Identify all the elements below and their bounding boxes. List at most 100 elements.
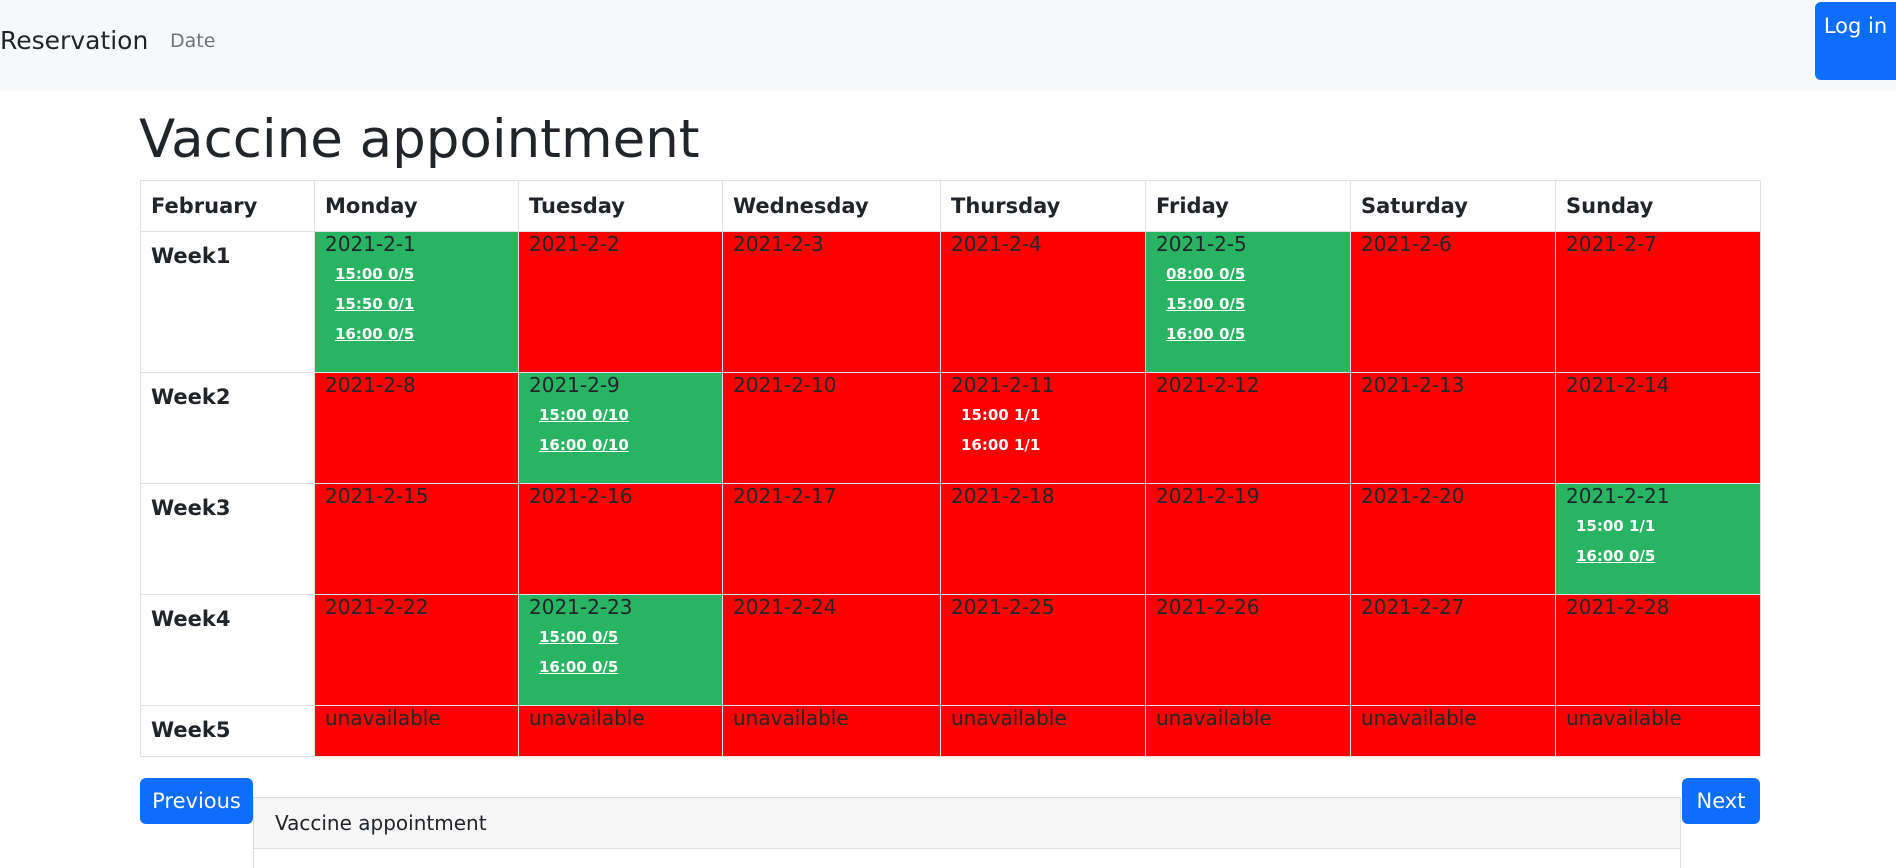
time-slot-full: 15:00 1/1 [1576,517,1656,535]
day-date: 2021-2-25 [951,595,1055,619]
day-header-sunday: Sunday [1555,180,1761,232]
day-date: 2021-2-13 [1361,373,1465,397]
day-date: unavailable [1156,706,1272,730]
day-date: 2021-2-14 [1566,373,1670,397]
day-date: unavailable [325,706,441,730]
day-date: 2021-2-19 [1156,484,1260,508]
day-header-monday: Monday [314,180,519,232]
time-slot-link[interactable]: 15:00 0/5 [1166,292,1350,316]
day-date: 2021-2-4 [951,232,1042,256]
day-date: 2021-2-1 [325,232,416,256]
month-header: February [140,180,315,232]
day-cell: 2021-2-27 [1350,594,1556,706]
day-cell: 2021-2-1 15:00 0/5 15:50 0/1 16:00 0/5 [314,231,519,373]
day-header-tuesday: Tuesday [518,180,723,232]
week-row: Week4 2021-2-22 2021-2-23 15:00 0/5 16:00 0/… [140,594,1761,706]
day-date: 2021-2-16 [529,484,633,508]
day-header-saturday: Saturday [1350,180,1556,232]
previous-button[interactable]: Previous [140,778,253,824]
day-date: 2021-2-8 [325,373,416,397]
day-cell: 2021-2-23 15:00 0/5 16:00 0/5 [518,594,723,706]
day-date: 2021-2-9 [529,373,620,397]
day-date: 2021-2-17 [733,484,837,508]
day-date: 2021-2-24 [733,595,837,619]
appointment-card: Vaccine appointment [253,797,1681,868]
day-cell: 2021-2-8 [314,372,519,484]
day-date: 2021-2-5 [1156,232,1247,256]
day-cell: 2021-2-4 [940,231,1146,373]
day-cell: 2021-2-10 [722,372,941,484]
day-date: 2021-2-2 [529,232,620,256]
next-button[interactable]: Next [1682,778,1760,824]
day-header-thursday: Thursday [940,180,1146,232]
time-slot-link[interactable]: 15:00 0/10 [539,403,722,427]
time-slot-link[interactable]: 15:00 0/5 [539,625,722,649]
time-slot-link[interactable]: 16:00 0/5 [335,322,518,346]
time-slot-link[interactable]: 16:00 0/5 [539,655,722,679]
day-cell: 2021-2-28 [1555,594,1761,706]
week-row: Week3 2021-2-15 2021-2-16 2021-2-17 2021-2-1… [140,483,1761,595]
day-header-friday: Friday [1145,180,1351,232]
day-date: 2021-2-18 [951,484,1055,508]
day-cell: 2021-2-3 [722,231,941,373]
day-date: 2021-2-10 [733,373,837,397]
day-cell: 2021-2-21 15:00 1/1 16:00 0/5 [1555,483,1761,595]
day-cell: unavailable [1145,705,1351,757]
day-cell: 2021-2-17 [722,483,941,595]
time-slot-link[interactable]: 16:00 0/5 [1576,544,1760,568]
login-button[interactable]: Log in [1815,2,1896,80]
day-cell: unavailable [940,705,1146,757]
day-cell: 2021-2-16 [518,483,723,595]
day-date: unavailable [1566,706,1682,730]
card-header: Vaccine appointment [254,798,1680,849]
calendar-header-row: February Monday Tuesday Wednesday Thursd… [140,180,1761,232]
day-cell: unavailable [722,705,941,757]
day-date: 2021-2-6 [1361,232,1452,256]
day-cell: 2021-2-5 08:00 0/5 15:00 0/5 16:00 0/5 [1145,231,1351,373]
day-cell: unavailable [518,705,723,757]
day-cell: unavailable [1350,705,1556,757]
day-date: unavailable [529,706,645,730]
week-row: Week5 unavailable unavailable unavailable un… [140,705,1761,757]
navbar-brand[interactable]: Reservation [0,22,148,60]
day-cell: 2021-2-18 [940,483,1146,595]
day-cell: 2021-2-24 [722,594,941,706]
day-date: 2021-2-3 [733,232,824,256]
day-cell: 2021-2-2 [518,231,723,373]
day-date: 2021-2-21 [1566,484,1670,508]
day-date: unavailable [951,706,1067,730]
time-slot-link[interactable]: 15:50 0/1 [335,292,518,316]
day-date: 2021-2-22 [325,595,429,619]
day-date: 2021-2-15 [325,484,429,508]
day-date: unavailable [733,706,849,730]
time-slot-full: 15:00 1/1 [961,406,1041,424]
navbar: Reservation Date Log in [0,0,1896,90]
day-cell: 2021-2-13 [1350,372,1556,484]
day-header-wednesday: Wednesday [722,180,941,232]
day-date: 2021-2-23 [529,595,633,619]
time-slot-full: 16:00 1/1 [961,436,1041,454]
day-cell: 2021-2-11 15:00 1/1 16:00 1/1 [940,372,1146,484]
day-date: 2021-2-7 [1566,232,1657,256]
day-cell: 2021-2-26 [1145,594,1351,706]
day-cell: 2021-2-9 15:00 0/10 16:00 0/10 [518,372,723,484]
time-slot-link[interactable]: 16:00 0/10 [539,433,722,457]
time-slot-link[interactable]: 08:00 0/5 [1166,262,1350,286]
day-cell: 2021-2-25 [940,594,1146,706]
nav-link-date[interactable]: Date [170,28,215,54]
calendar-body: Week1 2021-2-1 15:00 0/5 15:50 0/1 16:00 0/5… [140,231,1761,757]
week-row: Week1 2021-2-1 15:00 0/5 15:50 0/1 16:00 0/5… [140,231,1761,373]
day-date: 2021-2-11 [951,373,1055,397]
day-date: 2021-2-12 [1156,373,1260,397]
time-slot-link[interactable]: 15:00 0/5 [335,262,518,286]
day-cell: 2021-2-12 [1145,372,1351,484]
day-cell: 2021-2-6 [1350,231,1556,373]
day-cell: 2021-2-22 [314,594,519,706]
day-cell: 2021-2-7 [1555,231,1761,373]
day-cell: 2021-2-19 [1145,483,1351,595]
calendar-table: February Monday Tuesday Wednesday Thursd… [140,180,1761,757]
week-label: Week4 [140,594,315,706]
time-slot-link[interactable]: 16:00 0/5 [1166,322,1350,346]
page-title: Vaccine appointment [139,109,700,170]
week-label: Week5 [140,705,315,757]
